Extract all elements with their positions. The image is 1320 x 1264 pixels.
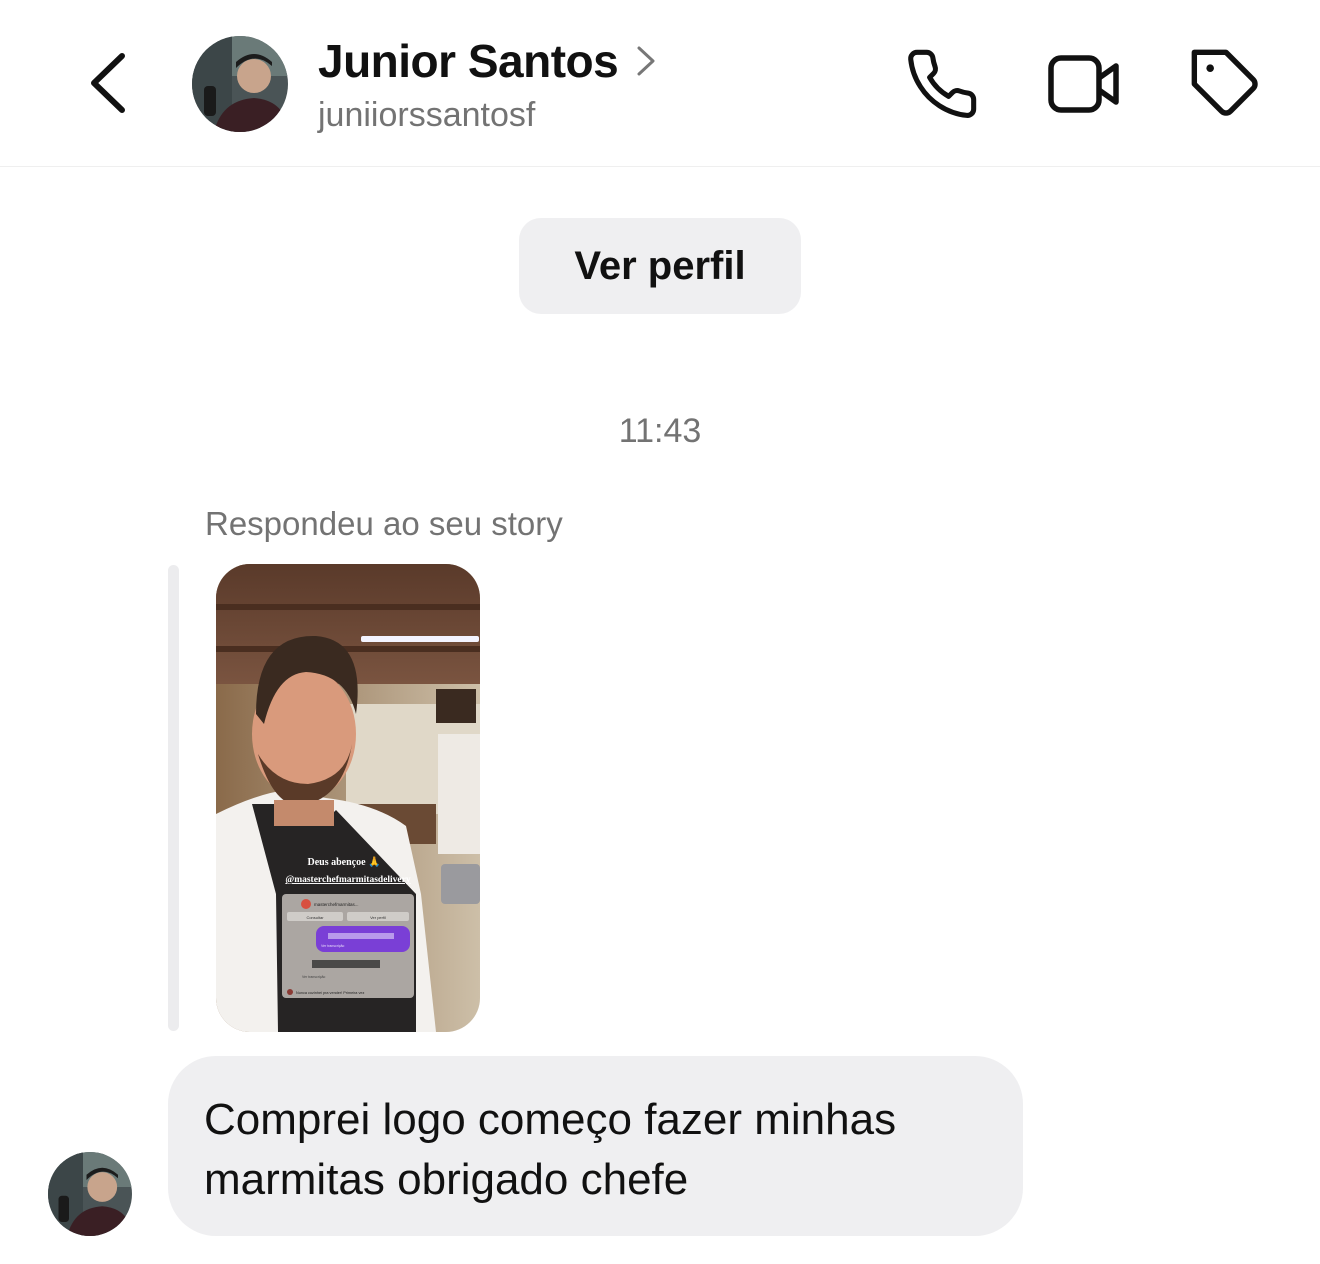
mini-chat-last-message: Nunca cozinhei pra vender! Primeira vez bbox=[296, 991, 364, 995]
story-overlay-mention: @masterchefmarmitasdelivery bbox=[285, 875, 411, 885]
message-timestamp: 11:43 bbox=[618, 412, 702, 450]
contact-username: juniiorssantosf bbox=[318, 96, 536, 134]
reply-indicator-bar bbox=[168, 565, 179, 1031]
phone-icon[interactable] bbox=[904, 46, 980, 122]
chevron-right-icon bbox=[634, 43, 658, 79]
tag-icon[interactable] bbox=[1188, 46, 1264, 122]
story-reply-label: Respondeu ao seu story bbox=[205, 505, 563, 542]
story-thumbnail[interactable]: Deus abençoe 🙏 @masterchefmarmitasdelive… bbox=[216, 564, 480, 1032]
mini-chat-btn-right: Ver perfil bbox=[370, 915, 386, 920]
contact-name-link[interactable]: Junior Santos bbox=[318, 34, 658, 88]
contact-name: Junior Santos bbox=[318, 35, 619, 87]
mini-chat-transcript-1: Ver transcrição bbox=[321, 944, 344, 948]
video-camera-icon[interactable] bbox=[1046, 46, 1122, 122]
back-chevron-icon[interactable] bbox=[72, 48, 142, 118]
mini-chat-title: masterchefmarmitas... bbox=[314, 902, 359, 907]
message-text: Comprei logo começo fazer minhas marmita… bbox=[204, 1095, 897, 1204]
mini-chat-transcript-2: Ver transcrição bbox=[302, 975, 325, 979]
mini-chat-btn-left: Consultar bbox=[306, 915, 324, 920]
received-message-bubble[interactable]: Comprei logo começo fazer minhas marmita… bbox=[168, 1056, 1023, 1236]
view-profile-button[interactable]: Ver perfil bbox=[519, 218, 801, 314]
chat-header: Junior Santos juniiorssantosf bbox=[0, 0, 1320, 167]
contact-avatar[interactable] bbox=[192, 36, 288, 132]
sender-avatar[interactable] bbox=[48, 1152, 132, 1236]
story-overlay-caption: Deus abençoe 🙏 bbox=[307, 856, 380, 868]
